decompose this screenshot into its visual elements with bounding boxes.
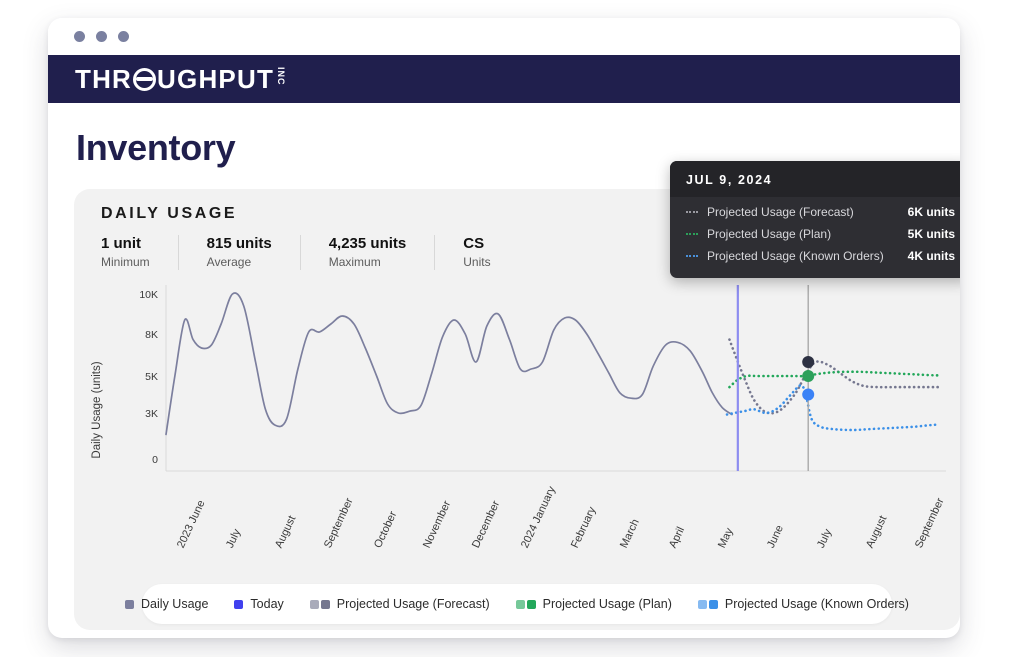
y-tick-label: 5K [145,371,158,383]
legend-swatch [310,600,319,609]
legend-label: Projected Usage (Forecast) [337,597,490,611]
stat-label: Maximum [329,254,407,270]
series-line [729,340,938,414]
legend-label: Projected Usage (Plan) [543,597,672,611]
tooltip-dash-icon [686,211,698,213]
stat-value: 815 units [207,235,272,254]
tooltip-dash-icon [686,233,698,235]
legend-swatch-pair [698,600,718,609]
series-line [727,385,939,430]
stat-average: 815 units Average [207,235,301,270]
legend-swatch [709,600,718,609]
stat-units: CS Units [463,235,490,270]
window-dot-maximize[interactable] [118,31,129,42]
chart-legend: Daily Usage Today Projected Usage (Forecas… [142,584,892,624]
tooltip-date: JUL 9, 2024 [670,161,960,197]
stat-label: Units [463,254,490,270]
window-dot-close[interactable] [74,31,85,42]
chart-tooltip: JUL 9, 2024 Projected Usage (Forecast)6K… [670,161,960,278]
legend-item[interactable]: Daily Usage [125,597,208,611]
legend-swatch [698,600,707,609]
stat-value: 1 unit [101,235,150,254]
axis-lines [166,285,946,471]
y-tick-label: 8K [145,329,158,341]
hover-point-markers [802,356,814,401]
stat-value: CS [463,235,490,254]
legend-item[interactable]: Projected Usage (Forecast) [310,597,490,611]
app-header-bar: THR UGHPUT INC [48,55,960,103]
legend-item[interactable]: Today [234,597,283,611]
series-line [166,293,732,434]
legend-swatch [527,600,536,609]
stat-label: Average [207,254,272,270]
throughput-logo[interactable]: THR UGHPUT INC [75,66,285,92]
hover-point-marker[interactable] [802,356,814,368]
series-line [729,372,941,387]
stat-label: Minimum [101,254,150,270]
stats-row: 1 unit Minimum 815 units Average 4,235 u… [101,235,491,270]
tooltip-row: Projected Usage (Known Orders)4K units [686,245,955,267]
logo-inc-suffix: INC [276,67,285,86]
hover-point-marker[interactable] [802,389,814,401]
stat-maximum: 4,235 units Maximum [329,235,436,270]
chart-series-group [166,293,941,434]
legend-swatch-pair [310,600,330,609]
legend-swatch-pair [516,600,536,609]
legend-item[interactable]: Projected Usage (Plan) [516,597,672,611]
stat-minimum: 1 unit Minimum [101,235,179,270]
legend-label: Projected Usage (Known Orders) [725,597,909,611]
hover-point-marker[interactable] [802,370,814,382]
y-tick-label: 0 [152,454,158,466]
y-tick-label: 10K [139,289,158,301]
tooltip-series-value: 5K units [894,227,955,241]
window-dot-minimize[interactable] [96,31,107,42]
logo-text-before: THR [75,66,132,92]
y-axis-label: Daily Usage (units) [91,361,103,458]
stat-value: 4,235 units [329,235,407,254]
legend-swatch [234,600,243,609]
tooltip-row: Projected Usage (Forecast)6K units [686,201,955,223]
browser-window: THR UGHPUT INC Inventory DAILY USAGE 1 u… [48,18,960,638]
tooltip-series-name: Projected Usage (Forecast) [707,205,894,219]
tooltip-series-name: Projected Usage (Plan) [707,227,894,241]
window-titlebar [48,18,960,55]
vertical-marker-lines [738,285,808,471]
tooltip-series-value: 6K units [894,205,955,219]
legend-swatch [516,600,525,609]
y-axis-ticks: 0 3K 5K 8K 10K [139,289,158,466]
legend-item[interactable]: Projected Usage (Known Orders) [698,597,909,611]
tooltip-series-name: Projected Usage (Known Orders) [707,249,894,263]
tooltip-row: Projected Usage (Plan)5K units [686,223,955,245]
legend-swatch [125,600,134,609]
tooltip-series-value: 4K units [894,249,955,263]
legend-swatch [321,600,330,609]
logo-text-after: UGHPUT [157,66,274,92]
tooltip-dash-icon [686,255,698,257]
legend-label: Today [250,597,283,611]
legend-label: Daily Usage [141,597,208,611]
card-heading: DAILY USAGE [101,205,237,223]
y-tick-label: 3K [145,408,158,420]
tooltip-rows: Projected Usage (Forecast)6K unitsProjec… [670,197,960,278]
logo-globe-icon [133,68,156,91]
